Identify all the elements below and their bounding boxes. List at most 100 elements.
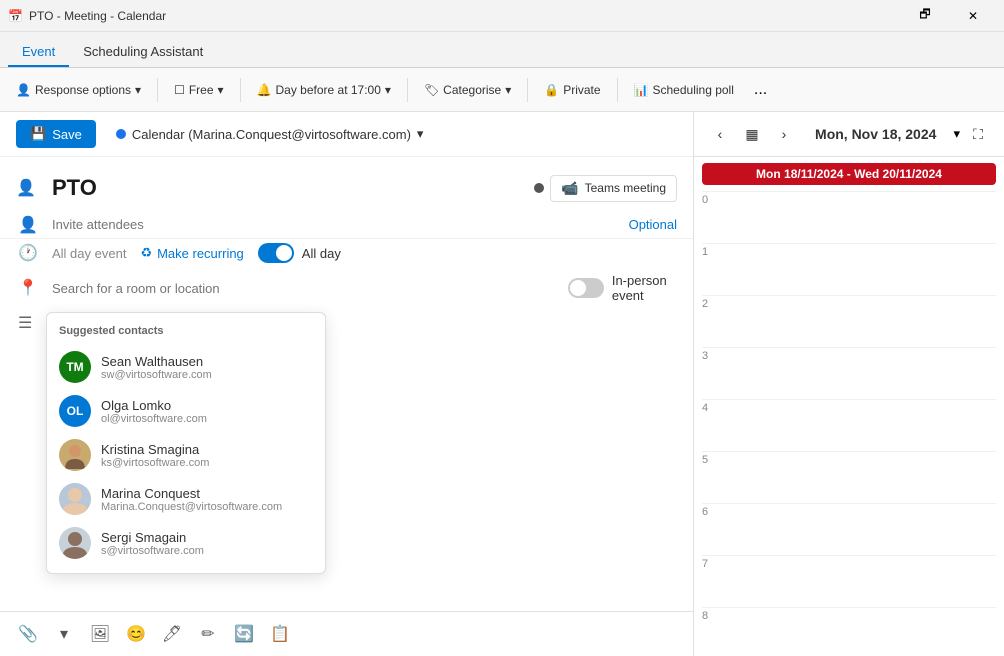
optional-link[interactable]: Optional [629,217,677,232]
scheduling-poll-label: Scheduling poll [653,83,734,97]
location-icon: 📍 [18,278,38,298]
avatar-sg [59,527,91,559]
invite-row: 👤 Optional [0,211,693,239]
time-label-7: 7 [702,556,737,570]
teams-label: Teams meeting [585,181,666,195]
contact-email-mc: Marina.Conquest@virtosoftware.com [101,501,282,513]
cal-prev-button[interactable]: ‹ [706,120,734,148]
time-label-8: 8 [702,608,737,622]
toolbar-separator-1 [157,78,158,102]
location-input[interactable] [52,281,560,296]
attach-icon: 📎 [18,624,38,644]
toolbar-separator-2 [240,78,241,102]
contact-email-tm: sw@virtosoftware.com [101,369,212,381]
calendar-chevron: ▾ [417,126,424,142]
bottom-toolbar: 📎 ▾ 🖼 😊 🖊 ✏ 🔄 📋 [0,611,693,656]
calendar-selector[interactable]: Calendar (Marina.Conquest@virtosoftware.… [116,126,424,142]
response-options-icon: 👤 [16,83,31,97]
contact-email-sg: s@virtosoftware.com [101,545,204,557]
image-button[interactable]: 🖼 [84,618,116,650]
close-button[interactable]: ✕ [950,0,996,32]
avatar-ks [59,439,91,471]
contact-info-ks: Kristina Smagina ks@virtosoftware.com [101,442,209,469]
inperson-label: In-person event [612,273,677,303]
draw-icon: 🖊 [162,624,182,644]
toolbar: 👤 Response options ▾ ☐ Free ▾ 🔔 Day befo… [0,68,1004,112]
attach-button[interactable]: 📎 [12,618,44,650]
attach-chevron-button[interactable]: ▾ [48,618,80,650]
contact-name-mc: Marina Conquest [101,486,282,501]
make-recurring-button[interactable]: ♻ Make recurring [134,243,249,263]
pen-button[interactable]: ✏ [192,618,224,650]
contact-item-ol[interactable]: OL Olga Lomko ol@virtosoftware.com [47,389,325,433]
contact-name-tm: Sean Walthausen [101,354,212,369]
event-highlight-bar: Mon 18/11/2024 - Wed 20/11/2024 [702,163,996,185]
contact-item-tm[interactable]: TM Sean Walthausen sw@virtosoftware.com [47,345,325,389]
all-day-toggle[interactable] [258,243,294,263]
lock-icon: 🔒 [544,83,559,97]
time-slot-4: 4 [702,399,996,451]
time-label-5: 5 [702,452,737,466]
response-options-label: Response options [35,83,131,97]
calendar-title[interactable]: Mon, Nov 18, 2024 [802,126,949,142]
cal-title-chevron: ▾ [953,126,960,142]
title-row: 👤 PTO 📹 Teams meeting [0,165,693,211]
contact-item-ks[interactable]: Kristina Smagina ks@virtosoftware.com [47,433,325,477]
free-button[interactable]: ☐ Free ▾ [166,79,231,101]
window-title: PTO - Meeting - Calendar [29,9,166,23]
response-options-button[interactable]: 👤 Response options ▾ [8,79,149,101]
emoji-button[interactable]: 😊 [120,618,152,650]
tab-scheduling-assistant[interactable]: Scheduling Assistant [69,38,217,67]
cal-grid-button[interactable]: ▦ [738,120,766,148]
inperson-toggle-switch[interactable] [568,278,604,298]
inperson-toggle: In-person event [568,273,677,303]
app-icon: 📅 [8,9,23,23]
contact-info-tm: Sean Walthausen sw@virtosoftware.com [101,354,212,381]
forms-button[interactable]: 📋 [264,618,296,650]
suggested-contacts-dropdown: Suggested contacts TM Sean Walthausen sw… [46,312,326,574]
all-day-label: All day [302,246,341,261]
save-label: Save [52,127,82,142]
save-button[interactable]: 💾 Save [16,120,96,148]
categorise-chevron: ▾ [505,83,511,97]
avatar-ol: OL [59,395,91,427]
contact-info-mc: Marina Conquest Marina.Conquest@virtosof… [101,486,282,513]
calendar-dot [116,129,126,139]
invite-input[interactable] [52,217,621,232]
teams-icon: 📹 [561,180,578,197]
more-button[interactable]: ... [746,77,775,103]
contact-item-sg[interactable]: Sergi Smagain s@virtosoftware.com [47,521,325,565]
contact-item-mc[interactable]: Marina Conquest Marina.Conquest@virtosof… [47,477,325,521]
time-label-0: 0 [702,192,737,206]
recurring-icon: ♻ [140,245,152,261]
cal-expand-button[interactable]: ⛶ [964,120,992,148]
time-slot-1: 1 [702,243,996,295]
categorise-label: Categorise [443,83,501,97]
tab-bar: Event Scheduling Assistant [0,32,1004,68]
loop-button[interactable]: 🔄 [228,618,260,650]
make-recurring-label: Make recurring [157,246,244,261]
time-slot-3: 3 [702,347,996,399]
event-title-input[interactable]: PTO [16,171,526,205]
scheduling-poll-button[interactable]: 📊 Scheduling poll [626,79,742,101]
cal-next-button[interactable]: › [770,120,798,148]
time-label-4: 4 [702,400,737,414]
event-header: 💾 Save Calendar (Marina.Conquest@virtoso… [0,112,693,157]
private-button[interactable]: 🔒 Private [536,79,608,101]
teams-meeting-button[interactable]: 📹 Teams meeting [550,175,677,202]
tab-event[interactable]: Event [8,38,69,67]
notes-icon: ☰ [18,313,32,333]
time-grid: 0 1 2 3 4 5 6 [694,191,1004,656]
bell-icon: 🔔 [257,83,272,97]
tag-icon: 🏷 [424,83,439,97]
categorise-button[interactable]: 🏷 Categorise ▾ [416,79,519,101]
image-icon: 🖼 [90,624,110,644]
day-before-button[interactable]: 🔔 Day before at 17:00 ▾ [249,79,399,101]
restore-button[interactable]: 🗗 [902,0,948,32]
contact-email-ol: ol@virtosoftware.com [101,413,207,425]
free-chevron: ▾ [218,83,224,97]
draw-button[interactable]: 🖊 [156,618,188,650]
left-panel: 💾 Save Calendar (Marina.Conquest@virtoso… [0,112,694,656]
contact-name-ks: Kristina Smagina [101,442,209,457]
free-label: Free [189,83,214,97]
